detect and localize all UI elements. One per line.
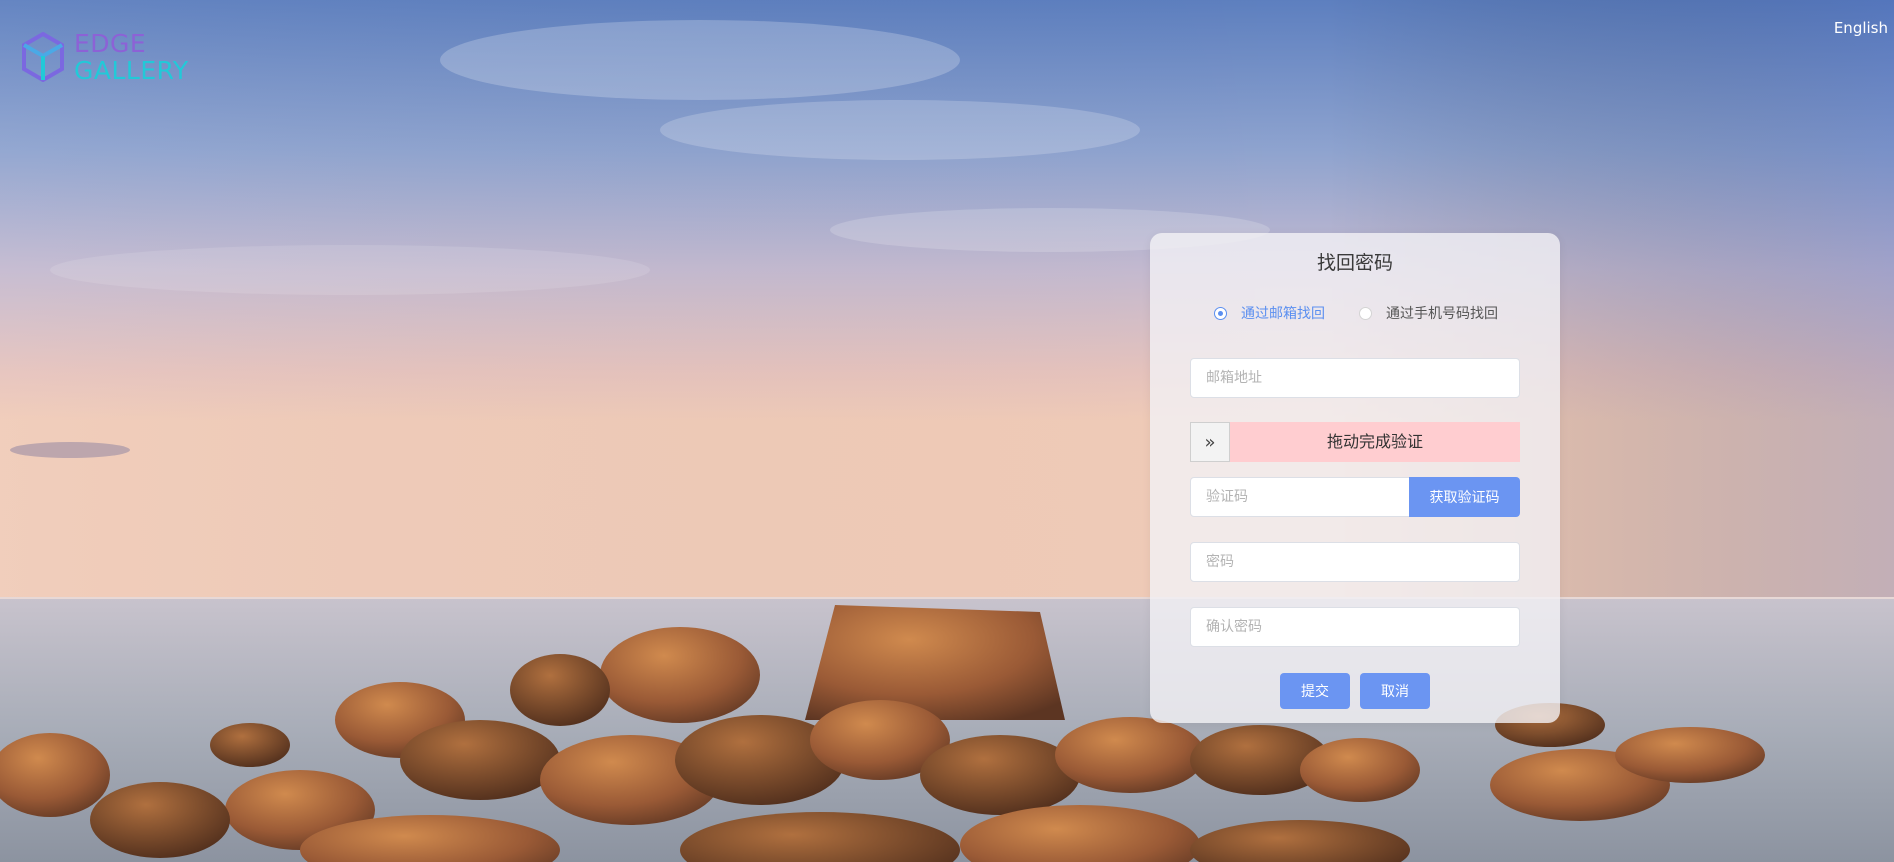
radio-email-label: 通过邮箱找回 <box>1241 306 1325 322</box>
radio-unselected-icon <box>1359 306 1372 320</box>
password-input[interactable] <box>1190 542 1520 582</box>
submit-button[interactable]: 提交 <box>1280 673 1350 709</box>
email-input[interactable] <box>1190 358 1520 398</box>
logo-text: EDGE GALLERY <box>74 30 189 84</box>
logo-line-gallery: GALLERY <box>74 56 189 85</box>
get-verification-code-button[interactable]: 获取验证码 <box>1409 477 1520 517</box>
language-switch-link[interactable]: English <box>1834 19 1888 37</box>
slider-hint-text: 拖动完成验证 <box>1326 432 1423 451</box>
radio-phone-recovery[interactable]: 通过手机号码找回 <box>1359 303 1498 323</box>
cube-logo-icon <box>22 32 64 82</box>
reset-password-panel: 找回密码 通过邮箱找回 通过手机号码找回 » 拖动完成验证 获取验证码 提交 取… <box>1150 233 1560 723</box>
double-chevron-right-icon: » <box>1204 431 1216 453</box>
slider-handle[interactable]: » <box>1190 422 1230 462</box>
logo-line-edge: EDGE <box>74 29 147 58</box>
radio-email-recovery[interactable]: 通过邮箱找回 <box>1214 303 1325 323</box>
panel-title: 找回密码 <box>1316 252 1393 274</box>
cancel-button[interactable]: 取消 <box>1360 673 1430 709</box>
slide-verification-bar[interactable]: » 拖动完成验证 <box>1190 422 1520 462</box>
recovery-method-radio-group: 通过邮箱找回 通过手机号码找回 <box>1214 303 1498 323</box>
radio-selected-icon <box>1214 306 1227 320</box>
confirm-password-input[interactable] <box>1190 607 1520 647</box>
verification-code-input[interactable] <box>1190 477 1410 517</box>
radio-phone-label: 通过手机号码找回 <box>1386 306 1498 322</box>
edge-gallery-logo: EDGE GALLERY <box>22 30 189 84</box>
background-seascape-image <box>0 0 1894 862</box>
